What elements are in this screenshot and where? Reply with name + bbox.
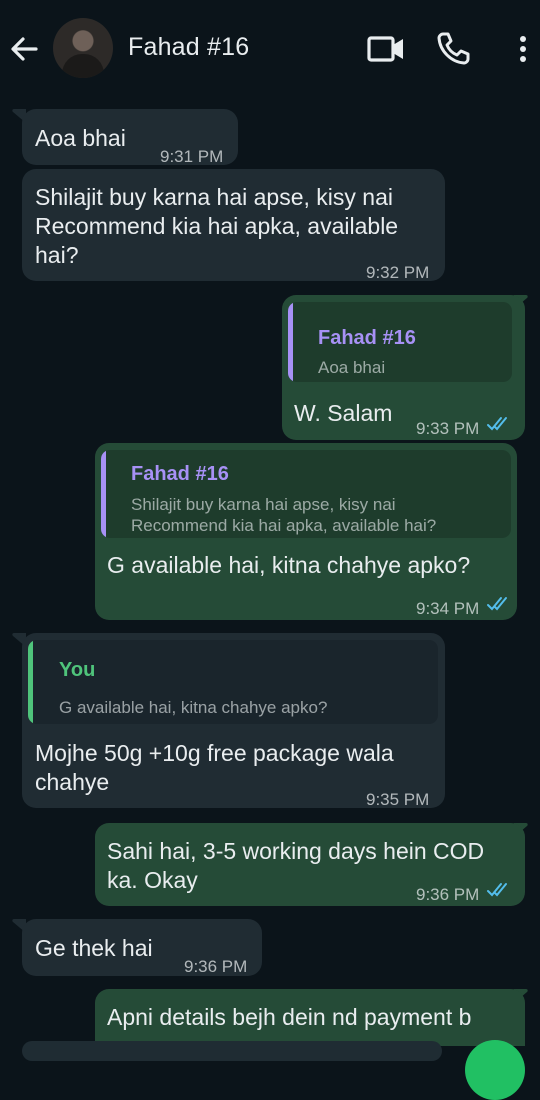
composer-area [0,1035,540,1100]
message-time: 9:32 PM [366,263,430,282]
message-incoming[interactable]: You G available hai, kitna chahye apko? … [22,633,445,809]
quote-bar [288,302,293,382]
message-outgoing[interactable]: Fahad #16 Shilajit buy karna hai apse, k… [95,443,517,620]
contact-name[interactable]: Fahad #16 [128,33,249,62]
chat-header: Fahad #16 [0,0,540,98]
message-time: 9:34 PM [416,599,480,618]
quote-text: Shilajit buy karna hai apse, kisy nai Re… [131,495,437,535]
avatar[interactable] [53,18,113,78]
quoted-message[interactable]: You G available hai, kitna chahye apko? [28,640,438,724]
message-outgoing[interactable]: Sahi hai, 3-5 working days hein COD ka. … [95,823,525,906]
message-time: 9:35 PM [366,790,430,809]
message-outgoing[interactable]: Fahad #16 Aoa bhai W. Salam 9:33 PM [282,295,525,440]
message-text: W. Salam [294,400,393,426]
quote-text: Aoa bhai [318,358,386,377]
message-text: G available hai, kitna chahye apko? [107,552,471,578]
message-time: 9:33 PM [416,419,480,438]
message-incoming[interactable]: Shilajit buy karna hai apse, kisy nai Re… [22,169,445,282]
back-arrow-icon[interactable] [8,33,40,65]
message-input[interactable] [22,1041,442,1061]
message-time: 9:31 PM [160,147,224,166]
message-text: Apni details bejh dein nd payment b [107,1004,472,1030]
avatar-figure [62,54,104,78]
message-incoming[interactable]: Ge thek hai 9:36 PM [22,919,262,976]
video-call-icon[interactable] [366,34,406,64]
message-time: 9:36 PM [416,885,480,904]
read-receipt-icon [487,597,507,611]
voice-call-icon[interactable] [436,30,472,66]
read-receipt-icon [487,417,507,431]
quote-bar [101,450,106,538]
quoted-message[interactable]: Fahad #16 Shilajit buy karna hai apse, k… [101,450,511,538]
message-text: Shilajit buy karna hai apse, kisy nai Re… [35,184,399,268]
quote-author: Fahad #16 [318,327,416,349]
message-incoming[interactable]: Aoa bhai 9:31 PM [22,109,238,166]
mic-button[interactable] [465,1040,525,1100]
message-text: Aoa bhai [35,125,126,151]
read-receipt-icon [487,883,507,897]
quote-bar [28,640,33,724]
quote-author: You [59,659,96,681]
message-time: 9:36 PM [184,957,248,976]
quote-author: Fahad #16 [131,463,229,485]
message-text: Ge thek hai [35,935,153,961]
more-options-icon[interactable] [508,33,538,65]
message-text: Mojhe 50g +10g free package wala chahye [35,740,394,795]
quoted-message[interactable]: Fahad #16 Aoa bhai [288,302,512,382]
quote-text: G available hai, kitna chahye apko? [59,698,328,717]
